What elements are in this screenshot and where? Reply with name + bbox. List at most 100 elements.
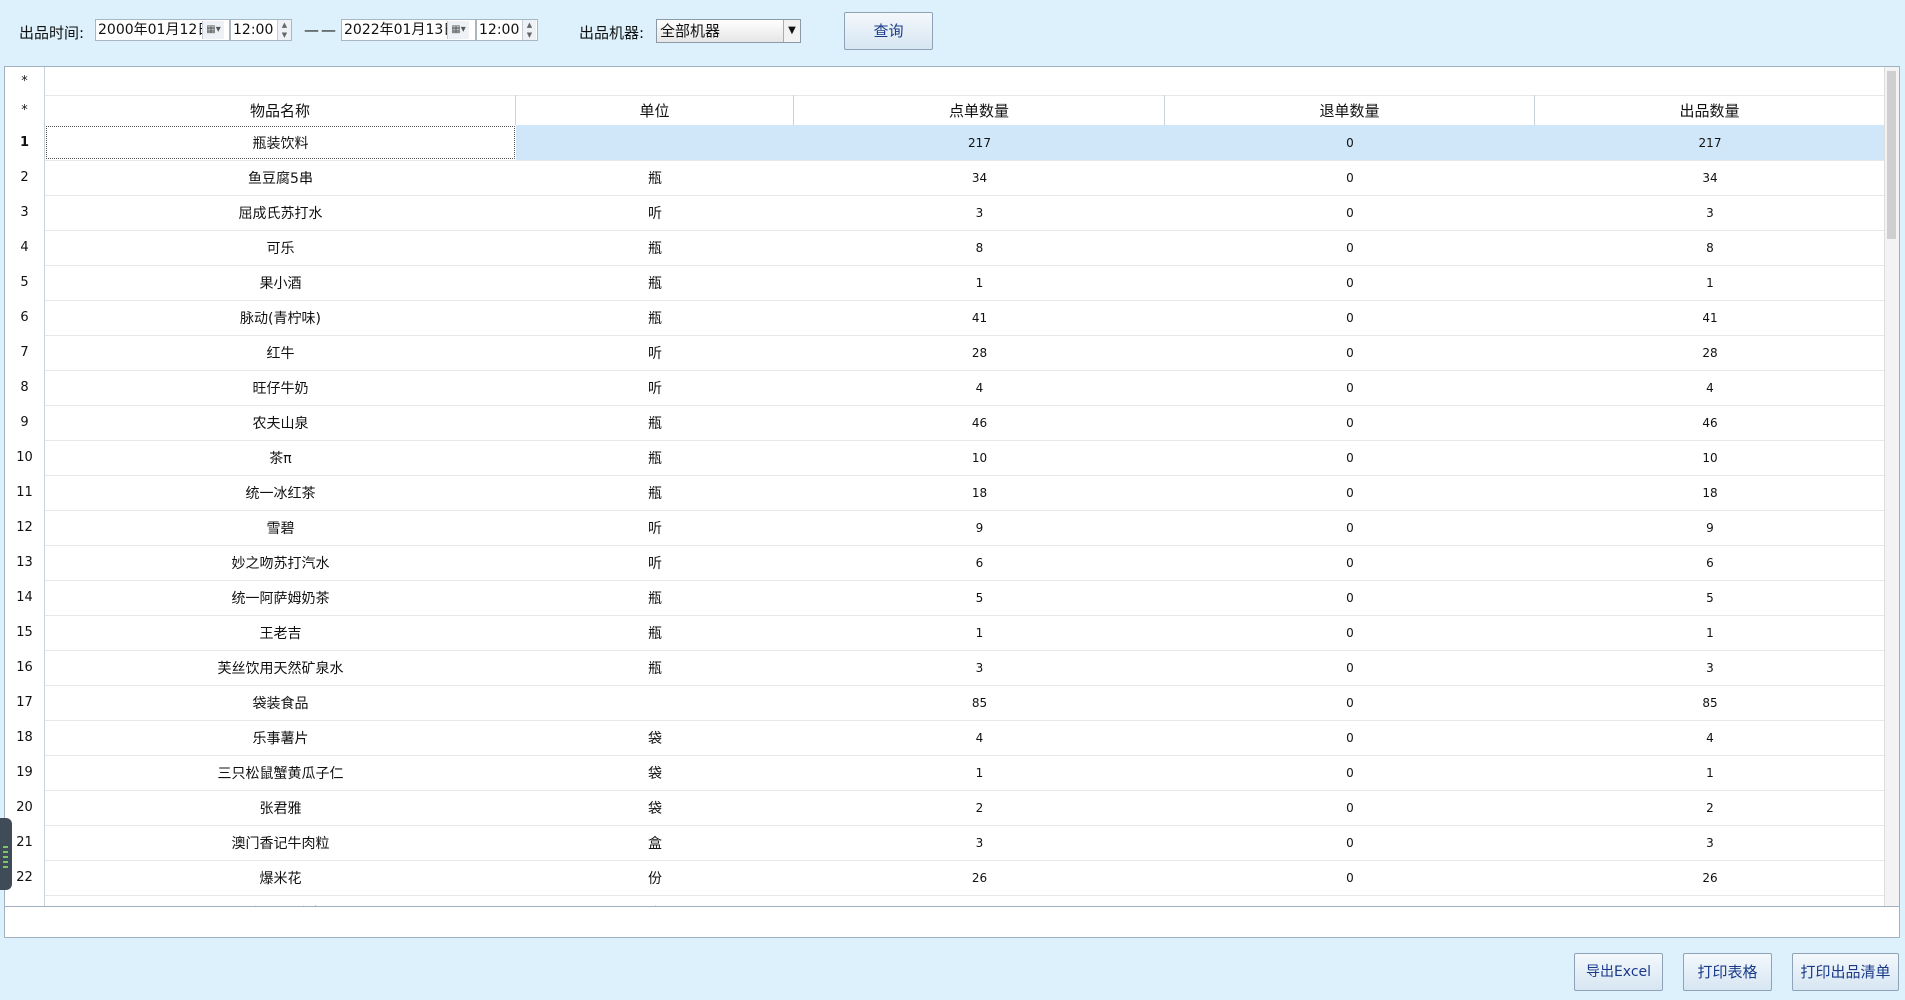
spin-down-icon[interactable]: ▼ [523,30,536,40]
table-row[interactable]: 4 可乐瓶 8 0 8 [5,230,1885,266]
row-number[interactable]: 5 [5,265,45,300]
cell-ordered[interactable]: 28 [794,335,1165,370]
column-header-ordered[interactable]: 点单数量 [794,95,1165,125]
cell-served[interactable]: 3 [1535,195,1885,230]
cell-unit[interactable]: 瓶 [516,265,794,300]
cell-unit[interactable]: 袋 [516,755,794,790]
table-row[interactable]: 19 三只松鼠蟹黄瓜子仁袋 1 0 1 [5,755,1885,791]
cell-returned[interactable]: 0 [1165,580,1535,615]
cell-unit[interactable]: 瓶 [516,440,794,475]
cell-served[interactable]: 41 [1535,300,1885,335]
spin-up-icon[interactable]: ▲ [523,20,536,30]
row-number[interactable]: 8 [5,370,45,405]
cell-ordered[interactable]: 41 [794,300,1165,335]
cell-unit[interactable]: 瓶 [516,475,794,510]
table-row[interactable]: 13 妙之吻苏打汽水听 6 0 6 [5,545,1885,581]
cell-served[interactable]: 8 [1535,230,1885,265]
cell-served[interactable]: 34 [1535,160,1885,195]
cell-ordered[interactable]: 217 [794,125,1165,160]
cell-ordered[interactable]: 3 [794,825,1165,860]
print-output-list-button[interactable]: 打印出品清单 [1792,953,1899,991]
cell-unit[interactable] [516,125,794,160]
cell-name[interactable]: 芙丝饮用天然矿泉水 [45,650,516,685]
cell-ordered[interactable]: 1 [794,755,1165,790]
cell-unit[interactable]: 听 [516,510,794,545]
cell-returned[interactable]: 0 [1165,510,1535,545]
cell-served[interactable]: 2 [1535,790,1885,825]
cell-unit[interactable]: 瓶 [516,160,794,195]
filter-row[interactable]: * [5,67,1885,96]
table-row[interactable]: 9 农夫山泉瓶 46 0 46 [5,405,1885,441]
cell-returned[interactable]: 0 [1165,475,1535,510]
table-row[interactable]: 16 芙丝饮用天然矿泉水瓶 3 0 3 [5,650,1885,686]
cell-served[interactable]: 5 [1535,580,1885,615]
cell-served[interactable]: 10 [1535,440,1885,475]
cell-ordered[interactable]: 46 [794,405,1165,440]
cell-served[interactable]: 26 [1535,860,1885,895]
cell-served[interactable]: 46 [1535,405,1885,440]
cell-name[interactable]: 统一阿萨姆奶茶 [45,580,516,615]
cell-returned[interactable]: 0 [1165,195,1535,230]
cell-returned[interactable]: 0 [1165,125,1535,160]
calendar-icon[interactable]: ▦▾ [447,21,469,39]
cell-ordered[interactable]: 3 [794,650,1165,685]
machine-select[interactable]: 全部机器 ▼ [656,19,801,43]
row-number[interactable]: 9 [5,405,45,440]
cell-ordered[interactable]: 5 [794,580,1165,615]
cell-name[interactable]: 茶π [45,440,516,475]
cell-returned[interactable]: 0 [1165,825,1535,860]
row-number[interactable]: 6 [5,300,45,335]
cell-served[interactable]: 28 [1535,335,1885,370]
table-row[interactable]: 22 爆米花份 26 0 26 [5,860,1885,896]
spin-down-icon[interactable]: ▼ [278,30,291,40]
start-time-spinner[interactable]: ▲ ▼ [277,20,291,40]
cell-ordered[interactable]: 3 [794,195,1165,230]
cell-name[interactable]: 脉动(青柠味) [45,300,516,335]
cell-returned[interactable]: 0 [1165,300,1535,335]
column-header-returned[interactable]: 退单数量 [1165,95,1535,125]
cell-returned[interactable]: 0 [1165,615,1535,650]
table-row[interactable]: 3 屈成氏苏打水听 3 0 3 [5,195,1885,231]
cell-name[interactable]: 张君雅 [45,790,516,825]
row-number[interactable]: 18 [5,720,45,755]
table-row[interactable]: 17 袋装食品 85 0 85 [5,685,1885,721]
row-number[interactable]: 13 [5,545,45,580]
cell-served[interactable]: 18 [1535,475,1885,510]
cell-served[interactable]: 6 [1535,545,1885,580]
cell-ordered[interactable]: 1 [794,615,1165,650]
cell-unit[interactable]: 瓶 [516,615,794,650]
row-number[interactable]: 19 [5,755,45,790]
vertical-scrollbar[interactable] [1884,67,1899,907]
cell-ordered[interactable]: 6 [794,545,1165,580]
row-number[interactable]: 16 [5,650,45,685]
table-row[interactable]: 15 王老吉瓶 1 0 1 [5,615,1885,651]
table-row[interactable]: 2 鱼豆腐5串瓶 34 0 34 [5,160,1885,196]
cell-served[interactable]: 217 [1535,125,1885,160]
row-number[interactable]: 3 [5,195,45,230]
cell-unit[interactable] [516,685,794,720]
cell-served[interactable]: 3 [1535,825,1885,860]
cell-returned[interactable]: 0 [1165,545,1535,580]
cell-name[interactable]: 统一冰红茶 [45,475,516,510]
cell-served[interactable]: 1 [1535,265,1885,300]
row-number[interactable]: 17 [5,685,45,720]
cell-returned[interactable]: 0 [1165,405,1535,440]
cell-returned[interactable]: 0 [1165,685,1535,720]
scrollbar-thumb[interactable] [1887,71,1896,239]
cell-served[interactable]: 4 [1535,720,1885,755]
spin-up-icon[interactable]: ▲ [278,20,291,30]
cell-returned[interactable]: 0 [1165,790,1535,825]
table-row[interactable]: 6 脉动(青柠味) 瓶 41 0 41 [5,300,1885,336]
cell-returned[interactable]: 0 [1165,755,1535,790]
cell-returned[interactable]: 0 [1165,335,1535,370]
column-header-name[interactable]: 物品名称 [45,95,516,125]
cell-returned[interactable]: 0 [1165,265,1535,300]
cell-ordered[interactable]: 85 [794,685,1165,720]
side-panel-handle[interactable] [0,818,12,890]
cell-unit[interactable]: 瓶 [516,405,794,440]
row-number[interactable]: 7 [5,335,45,370]
column-header-unit[interactable]: 单位 [516,95,794,125]
cell-returned[interactable]: 0 [1165,650,1535,685]
cell-name[interactable]: 旺仔牛奶 [45,370,516,405]
cell-served[interactable]: 3 [1535,650,1885,685]
